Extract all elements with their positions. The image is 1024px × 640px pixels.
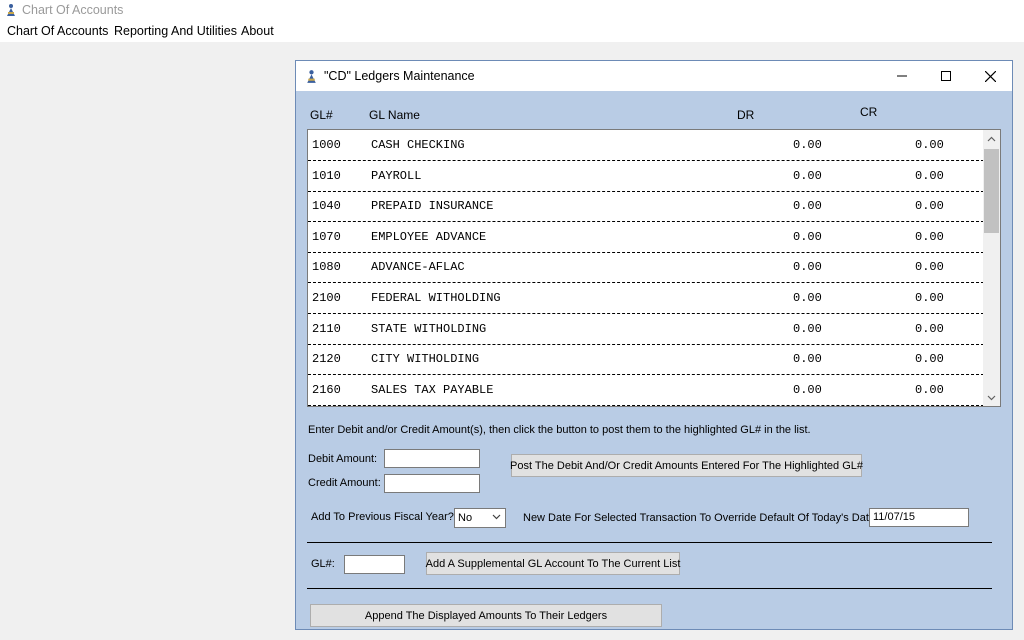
gl-number-label: GL#: (311, 558, 335, 570)
debit-cell: 0.00 (793, 260, 822, 275)
credit-cell: 0.00 (915, 199, 944, 214)
dialog-titlebar: "CD" Ledgers Maintenance (296, 61, 1012, 91)
credit-cell: 0.00 (915, 229, 944, 244)
previous-fiscal-year-value: No (458, 512, 473, 524)
post-amounts-button[interactable]: Post The Debit And/Or Credit Amounts Ent… (510, 454, 863, 477)
chevron-down-icon (492, 514, 501, 520)
list-item[interactable]: 2120 CITY WITHOLDING 0.00 0.00 (308, 344, 984, 376)
list-item[interactable]: 2100 FEDERAL WITHOLDING 0.00 0.00 (308, 283, 984, 314)
list-item[interactable]: 1080 ADVANCE-AFLAC 0.00 0.00 (308, 252, 984, 284)
gl-name-cell: EMPLOYEE ADVANCE (371, 229, 487, 244)
minimize-icon (897, 75, 907, 77)
gl-number-cell: 1080 (312, 260, 341, 275)
menu-chart-of-accounts[interactable]: Chart Of Accounts (7, 24, 108, 38)
minimize-button[interactable] (880, 61, 924, 91)
debit-cell: 0.00 (793, 199, 822, 214)
gl-name-cell: STATE WITHOLDING (371, 321, 487, 336)
scrollbar-thumb[interactable] (984, 149, 999, 233)
debit-cell: 0.00 (793, 138, 822, 152)
gl-number-cell: 2110 (312, 321, 341, 336)
new-date-label: New Date For Selected Transaction To Ove… (523, 512, 879, 524)
separator (307, 588, 992, 589)
gl-number-cell: 1000 (312, 138, 341, 152)
list-scrollbar[interactable] (983, 130, 1000, 406)
debit-cell: 0.00 (793, 321, 822, 336)
app-logo-icon (7, 4, 15, 16)
debit-cell: 0.00 (793, 168, 822, 183)
new-date-input[interactable]: 11/07/15 (869, 508, 969, 527)
credit-amount-label: Credit Amount: (308, 477, 381, 489)
app-titlebar: Chart Of Accounts (0, 0, 1024, 20)
list-item[interactable]: 1040 PREPAID INSURANCE 0.00 0.00 (308, 191, 984, 223)
gl-accounts-list[interactable]: 1000 CASH CHECKING 0.00 0.00 1010 PAYROLL 0.00… (307, 129, 1001, 407)
gl-name-cell: CITY WITHOLDING (371, 352, 480, 367)
gl-name-cell: SALES TAX PAYABLE (371, 382, 494, 397)
ledgers-maintenance-dialog: "CD" Ledgers Maintenance GL# GL Name DR … (295, 60, 1013, 630)
maximize-icon (941, 71, 951, 81)
credit-cell: 0.00 (915, 352, 944, 367)
gl-number-cell: 1010 (312, 168, 341, 183)
column-header-gl-name: GL Name (369, 108, 420, 122)
menu-reporting-and-utilities[interactable]: Reporting And Utilities (114, 24, 237, 38)
add-supplemental-gl-button[interactable]: Add A Supplemental GL Account To The Cur… (426, 552, 680, 575)
dialog-logo-icon (307, 70, 316, 83)
scroll-up-button[interactable] (983, 130, 1000, 147)
credit-cell: 0.00 (915, 291, 944, 305)
column-header-gl: GL# (310, 108, 333, 122)
gl-number-input[interactable] (344, 555, 405, 574)
close-icon (984, 70, 996, 82)
gl-number-cell: 1040 (312, 199, 341, 214)
gl-name-cell: PAYROLL (371, 168, 422, 183)
list-item[interactable]: 1010 PAYROLL 0.00 0.00 (308, 161, 984, 192)
gl-name-cell: FEDERAL WITHOLDING (371, 291, 501, 305)
separator (307, 542, 992, 543)
gl-name-cell: PREPAID INSURANCE (371, 199, 494, 214)
list-item[interactable]: 1000 CASH CHECKING 0.00 0.00 (308, 130, 984, 161)
instruction-text: Enter Debit and/or Credit Amount(s), the… (308, 424, 811, 436)
column-header-dr: DR (737, 108, 755, 122)
list-item[interactable]: 1070 EMPLOYEE ADVANCE 0.00 0.00 (308, 222, 984, 253)
debit-cell: 0.00 (793, 352, 822, 367)
credit-cell: 0.00 (915, 168, 944, 183)
chevron-down-icon (987, 395, 996, 400)
list-item[interactable]: 2110 STATE WITHOLDING 0.00 0.00 (308, 314, 984, 345)
debit-amount-input[interactable] (384, 449, 480, 468)
gl-number-cell: 1070 (312, 229, 341, 244)
app-title: Chart Of Accounts (22, 3, 124, 17)
credit-amount-input[interactable] (384, 474, 480, 493)
credit-cell: 0.00 (915, 382, 944, 397)
debit-amount-label: Debit Amount: (308, 453, 378, 465)
gl-number-cell: 2100 (312, 291, 341, 305)
chevron-up-icon (987, 136, 996, 141)
debit-cell: 0.00 (793, 229, 822, 244)
debit-cell: 0.00 (793, 382, 822, 397)
gl-name-cell: CASH CHECKING (371, 138, 465, 152)
list-item[interactable]: 2160 SALES TAX PAYABLE 0.00 0.00 (308, 375, 984, 406)
debit-cell: 0.00 (793, 291, 822, 305)
menubar: Chart Of Accounts Reporting And Utilitie… (0, 20, 1024, 42)
gl-number-cell: 2160 (312, 382, 341, 397)
previous-fiscal-year-select[interactable]: No (454, 508, 506, 528)
column-header-cr: CR (860, 105, 878, 119)
scroll-down-button[interactable] (983, 389, 1000, 406)
credit-cell: 0.00 (915, 321, 944, 336)
credit-cell: 0.00 (915, 138, 944, 152)
previous-fiscal-year-label: Add To Previous Fiscal Year? (311, 511, 454, 523)
gl-name-cell: ADVANCE-AFLAC (371, 260, 465, 275)
append-amounts-button[interactable]: Append The Displayed Amounts To Their Le… (310, 604, 662, 627)
close-button[interactable] (968, 61, 1012, 91)
credit-cell: 0.00 (915, 260, 944, 275)
gl-number-cell: 2120 (312, 352, 341, 367)
maximize-button[interactable] (924, 61, 968, 91)
dialog-title: "CD" Ledgers Maintenance (324, 69, 475, 83)
menu-about[interactable]: About (241, 24, 274, 38)
